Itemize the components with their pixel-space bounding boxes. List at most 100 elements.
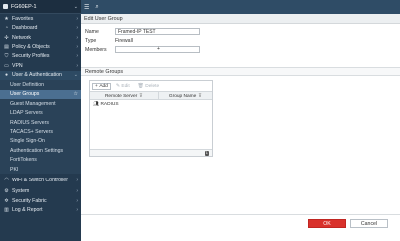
- chevron-right-icon: ›: [76, 34, 78, 41]
- sidebar-subitem-label: RADIUS Servers: [10, 119, 49, 126]
- sidebar-item-vpn[interactable]: ▭ VPN ›: [0, 61, 81, 70]
- top-bar: ☰ ⌕: [81, 0, 400, 14]
- column-header-group-name[interactable]: Group Name ⊽: [158, 91, 212, 100]
- favorite-star-icon[interactable]: ☆: [74, 91, 78, 97]
- chevron-down-icon: ⌄: [73, 72, 78, 79]
- search-icon[interactable]: ⌕: [95, 4, 98, 11]
- dialog-footer: OK Cancel: [81, 214, 400, 241]
- sidebar-subitem-label: TACACS+ Servers: [10, 128, 53, 135]
- ok-button[interactable]: OK: [308, 219, 346, 228]
- sidebar: FG60EP-1 ⌄ ★ Favorites › ◔ Dashboard › ✣…: [0, 0, 81, 241]
- type-row: Type Firewall: [85, 36, 400, 45]
- members-row: Members +: [85, 45, 400, 54]
- sidebar-subitem-tacacs-servers[interactable]: TACACS+ Servers: [0, 127, 81, 137]
- sidebar-subitem-label: PKI: [10, 166, 19, 173]
- sidebar-item-log-report[interactable]: ▥ Log & Report ›: [0, 205, 81, 214]
- sidebar-subitem-label: LDAP Servers: [10, 110, 43, 117]
- name-row: Name: [85, 27, 400, 36]
- add-button-label: Add: [99, 83, 108, 89]
- chevron-right-icon: ›: [76, 53, 78, 60]
- sidebar-item-security-fabric[interactable]: ✲ Security Fabric ›: [0, 196, 81, 205]
- sidebar-subitem-user-groups[interactable]: User Groups ☆: [0, 89, 81, 99]
- add-member-icon[interactable]: +: [157, 47, 160, 52]
- trash-icon: 🗑︎: [137, 83, 144, 89]
- sidebar-subitem-ldap-servers[interactable]: LDAP Servers: [0, 108, 81, 118]
- table-header-row: Remote Server ⊽ Group Name ⊽: [90, 91, 212, 100]
- sidebar-item-label: WiFi & Switch Controller: [12, 177, 68, 183]
- menu-icon[interactable]: ☰: [84, 4, 89, 11]
- star-icon: ★: [4, 15, 9, 22]
- sidebar-subitem-label: Authentication Settings: [10, 147, 64, 154]
- chevron-right-icon: ›: [76, 15, 78, 22]
- remote-server-value: RADIUS: [100, 101, 119, 107]
- type-label: Type: [85, 37, 97, 44]
- sidebar-subitem-label: Guest Management: [10, 100, 56, 107]
- dashboard-icon: ◔: [4, 25, 9, 32]
- sidebar-item-label: VPN: [12, 62, 23, 69]
- sidebar-subitem-pki[interactable]: PKI: [0, 165, 81, 175]
- sidebar-item-network[interactable]: ✣ Network ›: [0, 33, 81, 42]
- add-button[interactable]: + Add: [92, 82, 111, 90]
- user-group-form: Name Type Firewall Members +: [81, 24, 400, 54]
- edit-button[interactable]: ✎ Edit: [113, 83, 133, 90]
- filter-icon[interactable]: ⊽: [198, 93, 201, 98]
- sidebar-subitem-label: Single Sign-On: [10, 138, 45, 145]
- sidebar-subitem-label: FortiTokens: [10, 157, 37, 164]
- chevron-right-icon: ›: [76, 207, 78, 214]
- sidebar-subitem-authentication-settings[interactable]: Authentication Settings: [0, 146, 81, 156]
- table-row[interactable]: 👥︎ RADIUS: [90, 100, 212, 109]
- sidebar-subitem-radius-servers[interactable]: RADIUS Servers: [0, 117, 81, 128]
- filter-icon[interactable]: ⊽: [139, 93, 142, 98]
- chevron-right-icon: ›: [76, 177, 78, 184]
- chevron-right-icon: ›: [76, 197, 78, 204]
- sidebar-subitem-user-definition[interactable]: User Definition: [0, 80, 81, 90]
- sidebar-item-favorites[interactable]: ★ Favorites ›: [0, 14, 81, 23]
- device-name: FG60EP-1: [11, 3, 37, 10]
- vpn-icon: ▭: [4, 62, 9, 69]
- shield-icon: ⛉: [4, 53, 9, 60]
- chevron-down-icon[interactable]: ⌄: [74, 4, 78, 10]
- chart-icon: ▥: [4, 207, 9, 214]
- page-title: Edit User Group: [81, 14, 400, 24]
- sidebar-subitem-fortitokens[interactable]: FortiTokens: [0, 155, 81, 165]
- group-name-cell: [158, 100, 212, 109]
- main-content: Edit User Group Name Type Firewall Membe…: [81, 14, 400, 241]
- delete-button-label: Delete: [145, 83, 160, 89]
- sidebar-item-label: Log & Report: [12, 207, 43, 214]
- column-header-remote-server[interactable]: Remote Server ⊽: [90, 91, 159, 100]
- sidebar-subitem-single-sign-on[interactable]: Single Sign-On: [0, 136, 81, 147]
- sidebar-item-user-authentication[interactable]: ● User & Authentication ⌄: [0, 70, 81, 81]
- table-footer: 1: [90, 149, 212, 156]
- sidebar-item-label: Network: [12, 34, 32, 41]
- nav-menu: ★ Favorites › ◔ Dashboard › ✣ Network › …: [0, 14, 81, 215]
- members-label: Members: [85, 46, 107, 53]
- sidebar-item-dashboard[interactable]: ◔ Dashboard ›: [0, 23, 81, 32]
- chevron-right-icon: ›: [76, 188, 78, 195]
- network-icon: ✣: [4, 34, 9, 41]
- device-header[interactable]: FG60EP-1 ⌄: [0, 0, 81, 14]
- gear-icon: ⚙: [4, 188, 9, 195]
- column-header-label: Remote Server: [104, 93, 138, 99]
- sidebar-item-wifi-switch[interactable]: ◠ WiFi & Switch Controller ›: [0, 174, 81, 186]
- sidebar-item-label: Dashboard: [12, 25, 38, 32]
- chevron-right-icon: ›: [76, 44, 78, 51]
- fortinet-logo-icon: [3, 4, 8, 9]
- sidebar-subitem-guest-management[interactable]: Guest Management: [0, 98, 81, 109]
- remote-groups-table: Remote Server ⊽ Group Name ⊽ 👥︎ RADIUS: [90, 91, 212, 109]
- column-header-label: Group Name: [168, 93, 197, 99]
- sidebar-item-system[interactable]: ⚙ System ›: [0, 186, 81, 195]
- pencil-icon: ✎: [115, 83, 120, 89]
- user-icon: ●: [4, 72, 9, 79]
- sidebar-item-label: Security Fabric: [12, 197, 47, 204]
- user-group-icon: 👥︎: [93, 101, 100, 107]
- members-field[interactable]: +: [115, 46, 200, 53]
- chevron-right-icon: ›: [76, 25, 78, 32]
- sidebar-item-policy-objects[interactable]: ▤ Policy & Objects ›: [0, 42, 81, 51]
- sidebar-item-security-profiles[interactable]: ⛉ Security Profiles ›: [0, 52, 81, 61]
- name-input[interactable]: [115, 28, 200, 35]
- cancel-button[interactable]: Cancel: [350, 219, 388, 228]
- delete-button[interactable]: 🗑︎ Delete: [135, 83, 162, 90]
- remote-groups-panel: + Add ✎ Edit 🗑︎ Delete Remote Server ⊽ Group…: [89, 80, 213, 157]
- type-value: Firewall: [115, 37, 133, 44]
- chevron-right-icon: ›: [76, 62, 78, 69]
